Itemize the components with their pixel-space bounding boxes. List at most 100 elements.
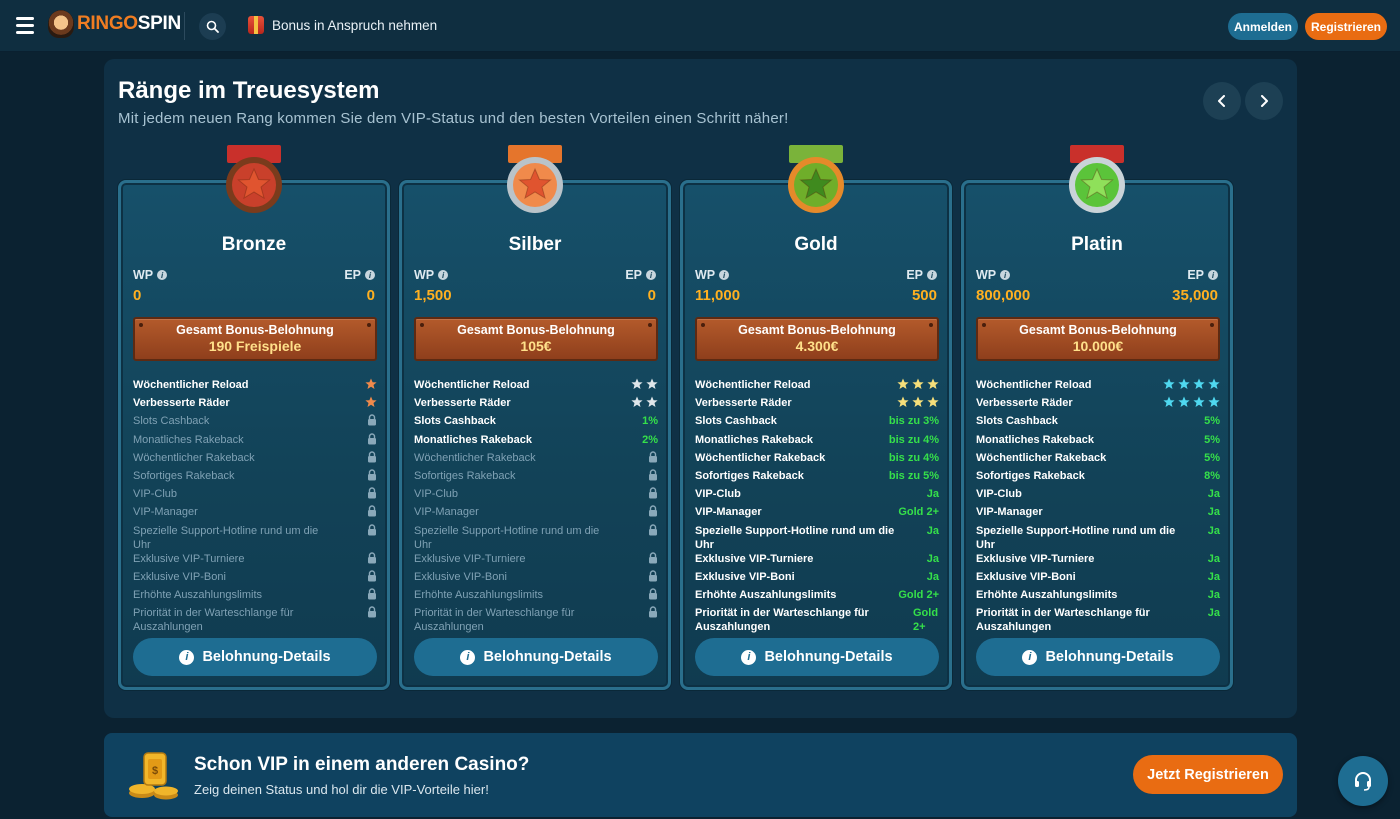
info-icon[interactable]: i: [927, 270, 937, 280]
star-icon: [912, 378, 924, 389]
logo-mark-icon: [48, 10, 74, 38]
reward-details-button[interactable]: i Belohnung-Details: [414, 638, 658, 676]
feature-name: VIP-Manager: [133, 506, 198, 519]
feature-row: VIP-Club Ja: [976, 487, 1220, 505]
feature-value: 8%: [1204, 469, 1220, 482]
feature-name: Spezielle Support-Hotline rund um die Uh…: [414, 524, 600, 551]
feature-row: Priorität in der Warteschlange für Ausza…: [976, 606, 1220, 634]
reward-details-button[interactable]: i Belohnung-Details: [695, 638, 939, 676]
feature-row: Exklusive VIP-Boni: [133, 570, 377, 588]
reward-details-button[interactable]: i Belohnung-Details: [976, 638, 1220, 676]
lock-icon: [368, 414, 376, 426]
ep-value: 0: [647, 287, 656, 304]
rank-medal-icon: [507, 145, 563, 213]
feature-row: Monatliches Rakeback 5%: [976, 433, 1220, 451]
feature-value: Ja: [1207, 488, 1220, 501]
rank-card-bronze: Bronze WP i EP i 0 0 Gesamt Bonus-Belohnung 190 …: [118, 145, 390, 690]
register-button[interactable]: Registrieren: [1305, 13, 1387, 40]
feature-name: Priorität in der Warteschlange für Ausza…: [133, 607, 294, 634]
reward-details-label: Belohnung-Details: [483, 649, 612, 665]
feature-name: Slots Cashback: [976, 415, 1058, 428]
feature-name: VIP-Club: [414, 488, 459, 501]
carousel-prev-button[interactable]: [1203, 82, 1241, 120]
feature-name: Sofortiges Rakeback: [414, 469, 516, 482]
lock-icon: [649, 505, 657, 517]
feature-list: Wöchentlicher Reload Verbesserte Räder Slo…: [976, 378, 1220, 634]
info-icon[interactable]: i: [1000, 270, 1011, 280]
reward-value: 4.300€: [795, 338, 839, 354]
vip-banner-subtitle: Zeig deinen Status und hol dir die VIP-V…: [194, 782, 489, 797]
bonus-claim-link[interactable]: Bonus in Anspruch nehmen: [248, 16, 437, 34]
feature-row: VIP-Manager Ja: [976, 505, 1220, 523]
info-icon[interactable]: i: [719, 270, 730, 280]
feature-name: VIP-Manager: [976, 506, 1043, 519]
feature-value: 2%: [642, 433, 658, 446]
chevron-right-icon: [1261, 95, 1268, 107]
feature-row: VIP-Manager Gold 2+: [695, 505, 939, 523]
feature-row: Slots Cashback 1%: [414, 414, 658, 432]
info-icon[interactable]: i: [157, 270, 168, 280]
feature-name: Exklusive VIP-Turniere: [695, 552, 814, 565]
vip-register-button[interactable]: Jetzt Registrieren: [1133, 755, 1283, 794]
info-icon[interactable]: i: [646, 270, 656, 280]
feature-row: Exklusive VIP-Turniere: [133, 551, 377, 570]
logo-text: RINGOSPIN: [77, 13, 181, 34]
feature-row: Exklusive VIP-Boni Ja: [695, 570, 939, 588]
info-icon: i: [741, 649, 757, 665]
feature-row: Slots Cashback: [133, 414, 377, 432]
lock-icon: [649, 606, 657, 618]
feature-name: Monatliches Rakeback: [695, 433, 813, 446]
info-icon: i: [179, 649, 195, 665]
headset-icon: [1355, 772, 1371, 791]
wp-label: WP i: [976, 268, 1011, 282]
star-icon: [631, 396, 643, 408]
feature-row: Sofortiges Rakeback: [414, 469, 658, 487]
info-icon[interactable]: i: [365, 270, 375, 280]
chevron-left-icon: [1218, 95, 1225, 107]
feature-value: bis zu 4%: [888, 451, 939, 464]
feature-name: Exklusive VIP-Turniere: [976, 552, 1095, 565]
feature-value: Ja: [1207, 506, 1220, 519]
feature-stars: [897, 378, 939, 390]
support-button[interactable]: [1338, 756, 1388, 806]
search-button[interactable]: [199, 13, 226, 40]
feature-stars: [365, 378, 377, 390]
rank-medal: [498, 145, 572, 219]
carousel-next-button[interactable]: [1245, 82, 1283, 120]
wp-label: WP i: [414, 268, 449, 282]
star-icon: [927, 378, 939, 389]
feature-name: Erhöhte Auszahlungslimits: [414, 588, 544, 601]
reward-value: 190 Freispiele: [208, 338, 302, 354]
rank-name: Bronze: [221, 234, 287, 255]
star-icon: [1163, 396, 1175, 408]
reward-plank: Gesamt Bonus-Belohnung 10.000€: [976, 317, 1220, 361]
feature-row: Wöchentlicher Reload: [976, 378, 1220, 396]
feature-row: Priorität in der Warteschlange für Ausza…: [133, 606, 377, 634]
feature-row: VIP-Manager: [414, 505, 658, 523]
feature-name: Verbesserte Räder: [414, 397, 511, 410]
rank-name: Silber: [508, 234, 562, 255]
star-icon: [646, 396, 658, 408]
feature-name: Erhöhte Auszahlungslimits: [695, 588, 837, 601]
feature-row: Spezielle Support-Hotline rund um die Uh…: [976, 524, 1220, 552]
feature-row: VIP-Club: [133, 487, 377, 505]
reward-details-button[interactable]: i Belohnung-Details: [133, 638, 377, 676]
feature-row: Exklusive VIP-Turniere Ja: [695, 552, 939, 570]
feature-stars: [631, 378, 658, 390]
logo[interactable]: RINGOSPIN: [48, 10, 181, 38]
info-icon[interactable]: i: [438, 270, 449, 280]
star-icon: [912, 396, 924, 408]
feature-value: 5%: [1204, 451, 1220, 464]
login-button[interactable]: Anmelden: [1228, 13, 1298, 40]
hamburger-icon[interactable]: [16, 17, 34, 34]
feature-row: VIP-Club Ja: [695, 487, 939, 505]
feature-value: bis zu 5%: [888, 469, 939, 482]
feature-name: Verbesserte Räder: [133, 397, 230, 410]
star-icon: [646, 378, 658, 389]
lock-icon: [368, 551, 376, 563]
feature-name: Spezielle Support-Hotline rund um die Uh…: [976, 524, 1176, 551]
feature-row: Sofortiges Rakeback 8%: [976, 469, 1220, 487]
rank-name: Platin: [1071, 234, 1123, 255]
feature-value: Gold 2+: [898, 506, 939, 519]
info-icon[interactable]: i: [1208, 270, 1218, 280]
